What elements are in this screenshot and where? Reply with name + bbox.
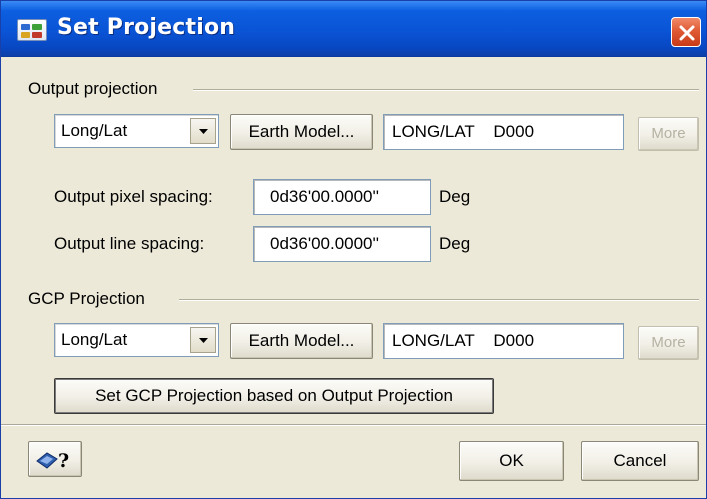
gcp-more-button[interactable]: More [638,326,699,360]
window-title: Set Projection [57,15,236,40]
set-projection-dialog: Set Projection Output projection Long/La… [0,0,707,499]
title-bar[interactable]: Set Projection [1,1,706,57]
close-button[interactable] [671,17,701,47]
chevron-down-icon[interactable] [190,327,216,353]
output-pixel-spacing-input[interactable]: 0d36'00.0000'' [253,179,431,215]
output-line-spacing-label: Output line spacing: [54,234,205,253]
set-gcp-from-output-button[interactable]: Set GCP Projection based on Output Proje… [54,378,494,414]
output-earth-model-button[interactable]: Earth Model... [230,114,373,150]
help-button[interactable]: ? [28,441,82,477]
cancel-button[interactable]: Cancel [581,441,699,481]
output-projection-string-field[interactable]: LONG/LAT D000 [383,114,624,150]
output-projection-group-label: Output projection [28,79,158,98]
output-line-spacing-input[interactable]: 0d36'00.0000'' [253,226,431,262]
svg-text:?: ? [58,450,69,472]
chevron-down-icon[interactable] [190,118,216,144]
gcp-earth-model-button[interactable]: Earth Model... [230,323,373,359]
output-line-spacing-unit: Deg [439,234,471,253]
close-icon [679,25,695,41]
gcp-projection-select-value: Long/Lat [61,330,128,349]
gcp-projection-select[interactable]: Long/Lat [54,323,219,357]
output-projection-divider [193,89,699,91]
app-raster-icon [17,19,47,41]
help-book-icon: ? [36,450,69,472]
output-pixel-spacing-unit: Deg [439,187,471,206]
output-pixel-spacing-label: Output pixel spacing: [54,187,213,206]
output-more-button[interactable]: More [638,117,699,151]
gcp-projection-string-field[interactable]: LONG/LAT D000 [383,323,624,359]
output-projection-select-value: Long/Lat [61,121,128,140]
gcp-projection-divider [179,299,699,301]
ok-button[interactable]: OK [459,441,564,481]
gcp-projection-group-label: GCP Projection [28,289,145,308]
footer-divider [1,424,706,426]
output-projection-select[interactable]: Long/Lat [54,114,219,148]
